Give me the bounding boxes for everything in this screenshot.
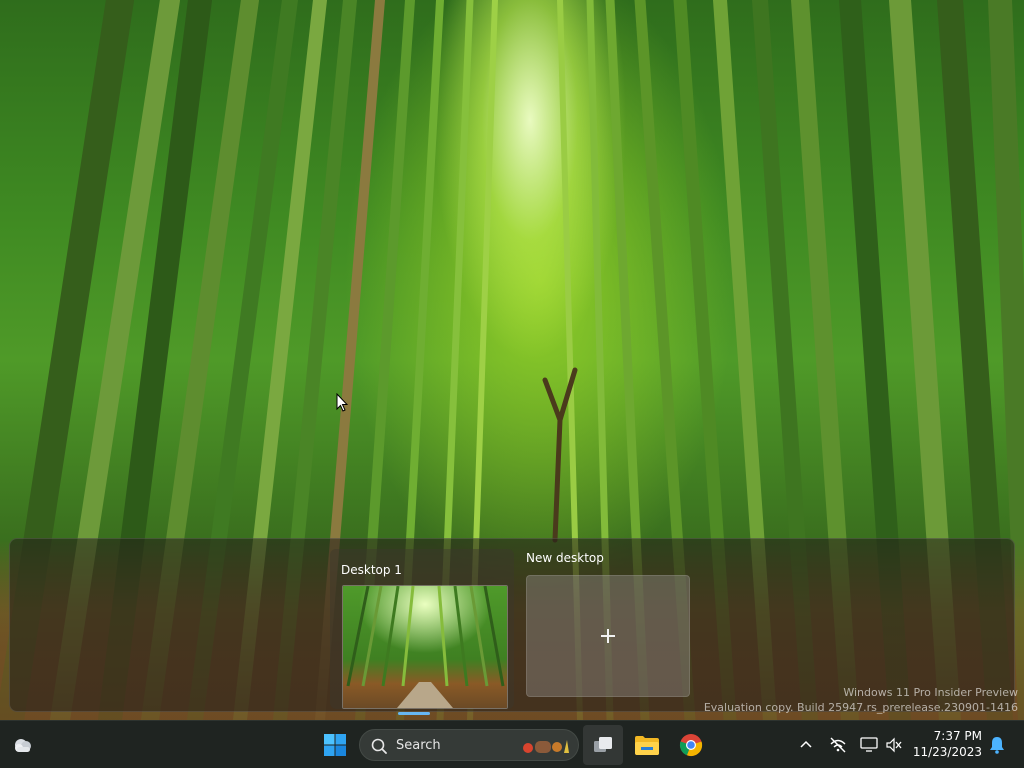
display-settings-button[interactable] — [858, 725, 880, 765]
clock-time: 7:37 PM — [933, 729, 982, 743]
task-view-button[interactable] — [583, 725, 623, 765]
volume-button[interactable] — [884, 725, 904, 765]
volume-muted-icon — [886, 737, 902, 753]
google-chrome-button[interactable] — [672, 725, 710, 765]
clock-date: 11/23/2023 — [912, 745, 982, 759]
windows-logo-icon — [324, 734, 346, 756]
folder-icon — [635, 736, 659, 755]
weather-widget-button[interactable] — [6, 725, 40, 765]
file-explorer-button[interactable] — [628, 725, 666, 765]
chrome-icon — [679, 734, 703, 757]
notifications-button[interactable] — [985, 725, 1009, 765]
search-icon — [371, 738, 387, 754]
taskbar-search-box[interactable]: Search — [359, 729, 579, 761]
network-status-button[interactable] — [826, 725, 850, 765]
bell-icon — [990, 737, 1004, 754]
desktop-wallpaper[interactable]: Desktop 1 New desktop Windows 11 Pro Ins… — [0, 0, 1024, 720]
network-disconnected-icon — [830, 737, 846, 753]
plus-icon — [601, 629, 615, 643]
watermark-line-build: Evaluation copy. Build 25947.rs_prerelea… — [703, 701, 1018, 714]
mouse-cursor-icon — [336, 393, 348, 412]
desktop-1-thumbnail-art — [343, 586, 507, 708]
chevron-up-icon — [800, 740, 812, 748]
active-desktop-indicator — [398, 712, 430, 715]
new-desktop-label: New desktop — [526, 551, 604, 565]
desktop-1-card[interactable]: Desktop 1 — [330, 549, 514, 715]
cloud-weather-icon — [15, 739, 31, 752]
search-placeholder: Search — [396, 738, 441, 753]
taskbar-clock[interactable]: 7:37 PM 11/23/2023 — [912, 728, 982, 760]
search-highlight-icon — [523, 740, 569, 753]
new-desktop-button[interactable] — [526, 575, 690, 697]
show-hidden-icons-button[interactable] — [796, 725, 816, 765]
display-icon — [860, 737, 878, 752]
desktop-1-label: Desktop 1 — [341, 563, 402, 577]
watermark-line-edition: Windows 11 Pro Insider Preview — [843, 686, 1018, 699]
build-watermark: Windows 11 Pro Insider Preview Evaluatio… — [704, 685, 1018, 715]
task-view-icon — [594, 737, 612, 752]
taskbar: Search 7:37 PM 11/23/2023 — [0, 720, 1024, 768]
start-button[interactable] — [316, 725, 354, 765]
desktop-1-thumbnail[interactable] — [342, 585, 508, 709]
